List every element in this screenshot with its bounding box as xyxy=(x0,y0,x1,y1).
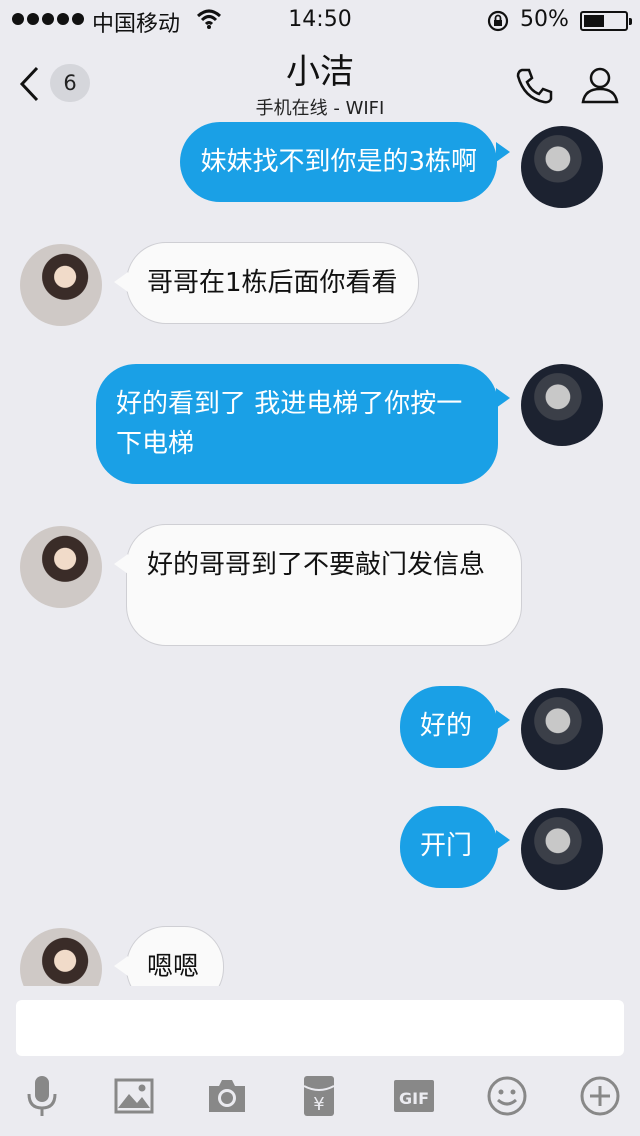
message-incoming: 嗯嗯 xyxy=(0,926,640,986)
message-input[interactable] xyxy=(16,1000,624,1056)
message-incoming: 好的哥哥到了不要敲门发信息 xyxy=(0,524,640,648)
bubble-tail xyxy=(496,388,510,408)
input-bar: ¥ GIF xyxy=(0,986,640,1136)
message-bubble[interactable]: 好的 xyxy=(400,686,498,768)
message-outgoing: 好的看到了 我进电梯了你按一下电梯 xyxy=(0,364,640,486)
emoji-icon[interactable] xyxy=(485,1074,529,1118)
contact-avatar[interactable] xyxy=(20,244,102,326)
red-packet-icon[interactable]: ¥ xyxy=(297,1074,341,1118)
bubble-tail xyxy=(496,710,510,730)
bubble-tail xyxy=(114,554,128,574)
battery-icon xyxy=(580,11,632,31)
phone-icon[interactable] xyxy=(512,64,556,108)
message-outgoing: 好的 xyxy=(0,686,640,776)
message-bubble[interactable]: 哥哥在1栋后面你看看 xyxy=(126,242,419,324)
my-avatar[interactable] xyxy=(521,808,603,890)
message-outgoing: 妹妹找不到你是的3栋啊 xyxy=(0,122,640,212)
camera-icon[interactable] xyxy=(205,1074,249,1118)
bubble-tail xyxy=(114,956,128,976)
microphone-icon[interactable] xyxy=(20,1074,64,1118)
my-avatar[interactable] xyxy=(521,126,603,208)
bubble-tail xyxy=(496,142,510,162)
toolbar: ¥ GIF xyxy=(0,1074,640,1118)
message-outgoing: 开门 xyxy=(0,806,640,896)
battery-percentage: 50% xyxy=(520,7,569,32)
image-icon[interactable] xyxy=(112,1074,156,1118)
profile-icon[interactable] xyxy=(578,64,622,108)
chat-header: 6 小洁 手机在线 - WIFI xyxy=(0,40,640,122)
message-bubble[interactable]: 妹妹找不到你是的3栋啊 xyxy=(180,122,497,202)
message-bubble[interactable]: 开门 xyxy=(400,806,498,888)
plus-icon[interactable] xyxy=(578,1074,622,1118)
message-bubble[interactable]: 嗯嗯 xyxy=(126,926,224,986)
battery-fill xyxy=(584,15,604,27)
message-bubble[interactable]: 好的哥哥到了不要敲门发信息 xyxy=(126,524,522,646)
gif-label: GIF xyxy=(399,1089,429,1108)
message-incoming: 哥哥在1栋后面你看看 xyxy=(0,242,640,332)
gif-icon[interactable]: GIF xyxy=(392,1074,436,1118)
my-avatar[interactable] xyxy=(521,364,603,446)
message-bubble[interactable]: 好的看到了 我进电梯了你按一下电梯 xyxy=(96,364,498,484)
my-avatar[interactable] xyxy=(521,688,603,770)
yuan-symbol: ¥ xyxy=(313,1094,324,1115)
contact-avatar[interactable] xyxy=(20,526,102,608)
bubble-tail xyxy=(114,272,128,292)
status-bar: 中国移动 14:50 50% xyxy=(0,0,640,40)
rotation-lock-icon xyxy=(487,10,509,32)
bubble-tail xyxy=(496,830,510,850)
message-list[interactable]: 妹妹找不到你是的3栋啊 哥哥在1栋后面你看看 好的看到了 我进电梯了你按一下电梯… xyxy=(0,122,640,986)
contact-avatar[interactable] xyxy=(20,928,102,986)
